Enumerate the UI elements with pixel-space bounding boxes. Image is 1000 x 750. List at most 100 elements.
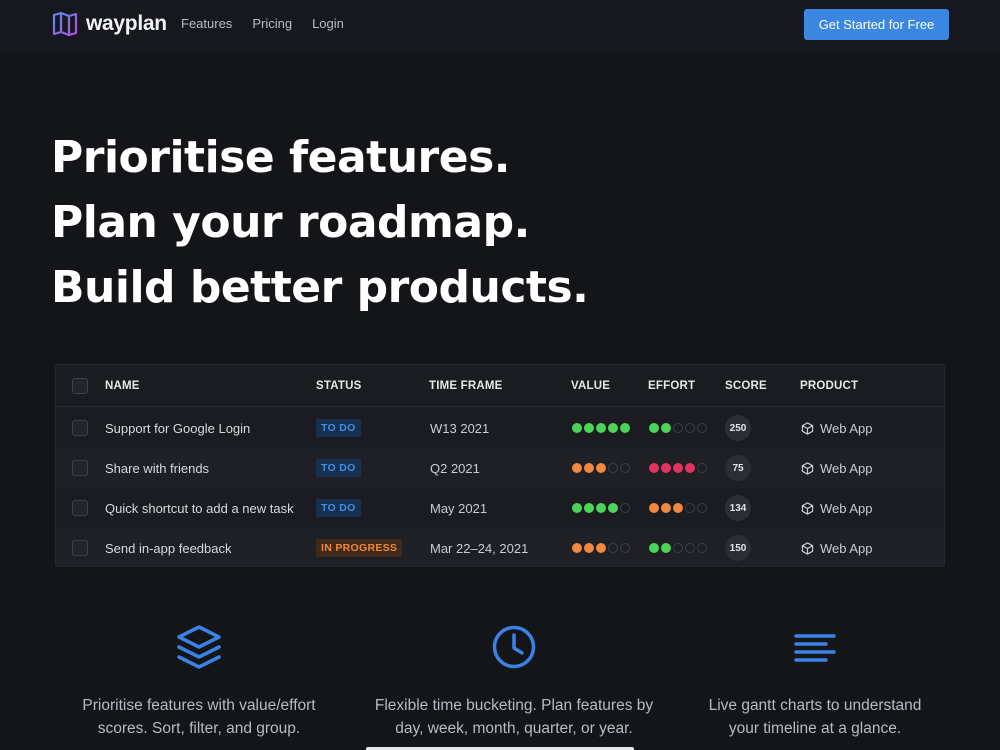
rating-dot-empty (697, 423, 707, 433)
nav-link-pricing[interactable]: Pricing (252, 16, 292, 31)
rating-dot-filled (572, 463, 582, 473)
score-badge: 150 (725, 535, 751, 561)
row-checkbox[interactable] (72, 460, 88, 476)
header-time-frame[interactable]: TIME FRAME (429, 365, 503, 406)
product-label: Web App (820, 540, 873, 556)
score-badge: 250 (725, 415, 751, 441)
feature-time-bucketing: Flexible time bucketing. Plan features b… (364, 622, 664, 740)
table-row[interactable]: Quick shortcut to add a new task TO DO May… (56, 488, 944, 528)
value-rating (572, 463, 630, 473)
rating-dot-filled (584, 543, 594, 553)
row-checkbox[interactable] (72, 500, 88, 516)
header-value[interactable]: VALUE (571, 365, 610, 406)
header-score[interactable]: SCORE (725, 365, 767, 406)
value-cell[interactable] (572, 488, 630, 528)
rating-dot-empty (697, 503, 707, 513)
product-label: Web App (820, 420, 873, 436)
rating-dot-empty (697, 463, 707, 473)
nav-link-features[interactable]: Features (181, 16, 232, 31)
feature-table: NAME STATUS TIME FRAME VALUE EFFORT SCOR… (55, 364, 945, 567)
feature-name[interactable]: Share with friends (105, 448, 209, 488)
value-cell[interactable] (572, 528, 630, 566)
rating-dot-empty (620, 503, 630, 513)
table-row[interactable]: Support for Google Login TO DO W13 2021 250… (56, 408, 944, 448)
product-cell[interactable]: Web App (801, 448, 873, 488)
rating-dot-filled (572, 423, 582, 433)
logo-text: wayplan (86, 12, 167, 35)
rating-dot-filled (673, 463, 683, 473)
product-cell[interactable]: Web App (801, 488, 873, 528)
product-label: Web App (820, 460, 873, 476)
cube-icon (801, 501, 814, 515)
table-row[interactable]: Share with friends TO DO Q2 2021 75 Web App (56, 448, 944, 488)
status-badge[interactable]: TO DO (316, 419, 361, 437)
rating-dot-filled (661, 503, 671, 513)
feature-text-line: your timeline at a glance. (728, 720, 902, 737)
nav-links: Features Pricing Login (181, 16, 364, 31)
feature-prioritise: Prioritise features with value/effort sc… (49, 622, 349, 740)
score-cell: 250 (725, 408, 751, 448)
rating-dot-filled (673, 503, 683, 513)
status-cell: IN PROGRESS (316, 528, 403, 566)
table-row[interactable]: Send in-app feedback IN PROGRESS Mar 22–24… (56, 528, 944, 566)
status-badge[interactable]: TO DO (316, 499, 361, 517)
score-cell: 150 (725, 528, 751, 566)
rating-dot-empty (673, 423, 683, 433)
feature-name[interactable]: Support for Google Login (105, 408, 250, 448)
rating-dot-filled (685, 463, 695, 473)
time-frame[interactable]: May 2021 (430, 488, 487, 528)
product-cell[interactable]: Web App (801, 528, 873, 566)
value-cell[interactable] (572, 448, 630, 488)
rating-dot-filled (584, 503, 594, 513)
score-cell: 134 (725, 488, 751, 528)
select-all-checkbox[interactable] (72, 377, 88, 394)
feature-text-line: scores. Sort, filter, and group. (97, 720, 301, 737)
time-frame[interactable]: Mar 22–24, 2021 (430, 528, 528, 566)
effort-cell[interactable] (649, 488, 707, 528)
rating-dot-empty (685, 543, 695, 553)
rating-dot-empty (685, 423, 695, 433)
effort-cell[interactable] (649, 448, 707, 488)
logo[interactable]: wayplan (52, 9, 167, 39)
row-checkbox[interactable] (72, 420, 88, 436)
effort-rating (649, 423, 707, 433)
get-started-button[interactable]: Get Started for Free (804, 9, 949, 40)
rating-dot-filled (649, 503, 659, 513)
status-badge[interactable]: IN PROGRESS (316, 539, 403, 557)
rating-dot-filled (596, 423, 606, 433)
rating-dot-filled (608, 503, 618, 513)
value-rating (572, 423, 630, 433)
cube-icon (801, 461, 814, 475)
effort-cell[interactable] (649, 408, 707, 448)
rating-dot-filled (596, 543, 606, 553)
score-badge: 134 (725, 495, 751, 521)
value-rating (572, 543, 630, 553)
table-header-row: NAME STATUS TIME FRAME VALUE EFFORT SCOR… (56, 365, 944, 407)
cube-icon (801, 421, 814, 435)
feature-text-line: Flexible time bucketing. Plan features b… (374, 697, 654, 714)
gantt-lines-icon (665, 622, 965, 672)
row-checkbox[interactable] (72, 540, 88, 556)
time-frame[interactable]: W13 2021 (430, 408, 489, 448)
rating-dot-filled (572, 503, 582, 513)
rating-dot-empty (620, 543, 630, 553)
header-product[interactable]: PRODUCT (800, 365, 858, 406)
status-badge[interactable]: TO DO (316, 459, 361, 477)
product-cell[interactable]: Web App (801, 408, 873, 448)
header-status[interactable]: STATUS (316, 365, 362, 406)
header-effort[interactable]: EFFORT (648, 365, 695, 406)
rating-dot-filled (661, 463, 671, 473)
header-name[interactable]: NAME (105, 365, 140, 406)
feature-name[interactable]: Send in-app feedback (105, 528, 231, 566)
product-label: Web App (820, 500, 873, 516)
rating-dot-filled (649, 463, 659, 473)
value-cell[interactable] (572, 408, 630, 448)
rating-dot-empty (608, 543, 618, 553)
effort-cell[interactable] (649, 528, 707, 566)
nav-link-login[interactable]: Login (312, 16, 344, 31)
rating-dot-empty (608, 463, 618, 473)
rating-dot-filled (649, 543, 659, 553)
time-frame[interactable]: Q2 2021 (430, 448, 480, 488)
feature-name[interactable]: Quick shortcut to add a new task (105, 488, 294, 528)
status-cell: TO DO (316, 448, 361, 488)
